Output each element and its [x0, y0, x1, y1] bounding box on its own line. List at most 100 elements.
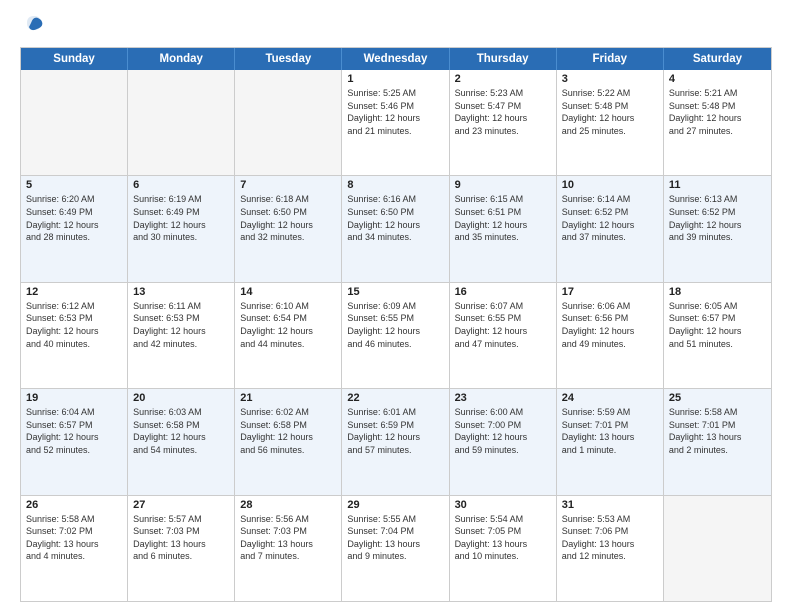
- cell-content: Sunrise: 6:05 AMSunset: 6:57 PMDaylight:…: [669, 300, 766, 350]
- day-number: 15: [347, 286, 443, 298]
- calendar-cell-31: 31Sunrise: 5:53 AMSunset: 7:06 PMDayligh…: [557, 496, 664, 601]
- calendar-cell-10: 10 Sunrise: 6:14 AMSunset: 6:52 PMDayligh…: [557, 176, 664, 281]
- cell-content: Sunrise: 6:03 AMSunset: 6:58 PMDaylight:…: [133, 406, 229, 456]
- calendar-cell-empty: [21, 70, 128, 175]
- day-number: 1: [347, 73, 443, 85]
- cell-content: Sunrise: 6:04 AMSunset: 6:57 PMDaylight:…: [26, 406, 122, 456]
- calendar-cell-21: 21 Sunrise: 6:02 AMSunset: 6:58 PMDayligh…: [235, 389, 342, 494]
- day-number: 29: [347, 499, 443, 511]
- cell-content: Sunrise: 6:12 AMSunset: 6:53 PMDaylight:…: [26, 300, 122, 350]
- calendar-cell-13: 13 Sunrise: 6:11 AMSunset: 6:53 PMDayligh…: [128, 283, 235, 388]
- calendar-cell-12: 12 Sunrise: 6:12 AMSunset: 6:53 PMDayligh…: [21, 283, 128, 388]
- cell-content: Sunrise: 5:56 AMSunset: 7:03 PMDaylight:…: [240, 513, 336, 563]
- cell-content: Sunrise: 6:16 AMSunset: 6:50 PMDaylight:…: [347, 193, 443, 243]
- header: [20, 16, 772, 39]
- header-day-thursday: Thursday: [450, 48, 557, 70]
- day-number: 12: [26, 286, 122, 298]
- cell-content: Sunrise: 6:00 AMSunset: 7:00 PMDaylight:…: [455, 406, 551, 456]
- calendar-cell-24: 24Sunrise: 5:59 AMSunset: 7:01 PMDayligh…: [557, 389, 664, 494]
- header-day-sunday: Sunday: [21, 48, 128, 70]
- day-number: 4: [669, 73, 766, 85]
- cell-content: Sunrise: 6:14 AMSunset: 6:52 PMDaylight:…: [562, 193, 658, 243]
- calendar-body: 1 Sunrise: 5:25 AMSunset: 5:46 PMDaylight…: [21, 70, 771, 601]
- cell-content: Sunrise: 5:25 AMSunset: 5:46 PMDaylight:…: [347, 87, 443, 137]
- calendar-cell-17: 17 Sunrise: 6:06 AMSunset: 6:56 PMDayligh…: [557, 283, 664, 388]
- cell-content: Sunrise: 6:02 AMSunset: 6:58 PMDaylight:…: [240, 406, 336, 456]
- cell-content: Sunrise: 6:01 AMSunset: 6:59 PMDaylight:…: [347, 406, 443, 456]
- header-day-saturday: Saturday: [664, 48, 771, 70]
- day-number: 9: [455, 179, 551, 191]
- calendar-cell-29: 29Sunrise: 5:55 AMSunset: 7:04 PMDayligh…: [342, 496, 449, 601]
- day-number: 21: [240, 392, 336, 404]
- calendar-cell-3: 3Sunrise: 5:22 AMSunset: 5:48 PMDaylight…: [557, 70, 664, 175]
- cell-content: Sunrise: 5:58 AMSunset: 7:01 PMDaylight:…: [669, 406, 766, 456]
- cell-content: Sunrise: 6:06 AMSunset: 6:56 PMDaylight:…: [562, 300, 658, 350]
- calendar-cell-1: 1 Sunrise: 5:25 AMSunset: 5:46 PMDaylight…: [342, 70, 449, 175]
- calendar-cell-empty: [235, 70, 342, 175]
- calendar-cell-25: 25 Sunrise: 5:58 AMSunset: 7:01 PMDayligh…: [664, 389, 771, 494]
- cell-content: Sunrise: 6:07 AMSunset: 6:55 PMDaylight:…: [455, 300, 551, 350]
- header-day-friday: Friday: [557, 48, 664, 70]
- calendar-cell-26: 26 Sunrise: 5:58 AMSunset: 7:02 PMDayligh…: [21, 496, 128, 601]
- day-number: 11: [669, 179, 766, 191]
- day-number: 7: [240, 179, 336, 191]
- cell-content: Sunrise: 6:11 AMSunset: 6:53 PMDaylight:…: [133, 300, 229, 350]
- cell-content: Sunrise: 5:59 AMSunset: 7:01 PMDaylight:…: [562, 406, 658, 456]
- cell-content: Sunrise: 5:22 AMSunset: 5:48 PMDaylight:…: [562, 87, 658, 137]
- cell-content: Sunrise: 6:19 AMSunset: 6:49 PMDaylight:…: [133, 193, 229, 243]
- logo-icon: [23, 12, 45, 39]
- cell-content: Sunrise: 5:54 AMSunset: 7:05 PMDaylight:…: [455, 513, 551, 563]
- logo-block: [20, 16, 45, 39]
- day-number: 2: [455, 73, 551, 85]
- day-number: 18: [669, 286, 766, 298]
- logo: [20, 16, 45, 39]
- day-number: 8: [347, 179, 443, 191]
- cell-content: Sunrise: 6:09 AMSunset: 6:55 PMDaylight:…: [347, 300, 443, 350]
- cell-content: Sunrise: 5:21 AMSunset: 5:48 PMDaylight:…: [669, 87, 766, 137]
- day-number: 17: [562, 286, 658, 298]
- cell-content: Sunrise: 5:23 AMSunset: 5:47 PMDaylight:…: [455, 87, 551, 137]
- day-number: 16: [455, 286, 551, 298]
- calendar-cell-15: 15 Sunrise: 6:09 AMSunset: 6:55 PMDayligh…: [342, 283, 449, 388]
- cell-content: Sunrise: 5:58 AMSunset: 7:02 PMDaylight:…: [26, 513, 122, 563]
- cell-content: Sunrise: 5:57 AMSunset: 7:03 PMDaylight:…: [133, 513, 229, 563]
- calendar-cell-empty: [128, 70, 235, 175]
- calendar-row-0: 1 Sunrise: 5:25 AMSunset: 5:46 PMDaylight…: [21, 70, 771, 176]
- calendar-cell-16: 16 Sunrise: 6:07 AMSunset: 6:55 PMDayligh…: [450, 283, 557, 388]
- day-number: 5: [26, 179, 122, 191]
- calendar-cell-23: 23 Sunrise: 6:00 AMSunset: 7:00 PMDayligh…: [450, 389, 557, 494]
- cell-content: Sunrise: 6:15 AMSunset: 6:51 PMDaylight:…: [455, 193, 551, 243]
- calendar-cell-27: 27 Sunrise: 5:57 AMSunset: 7:03 PMDayligh…: [128, 496, 235, 601]
- cell-content: Sunrise: 6:18 AMSunset: 6:50 PMDaylight:…: [240, 193, 336, 243]
- calendar-cell-11: 11 Sunrise: 6:13 AMSunset: 6:52 PMDayligh…: [664, 176, 771, 281]
- day-number: 25: [669, 392, 766, 404]
- cell-content: Sunrise: 5:53 AMSunset: 7:06 PMDaylight:…: [562, 513, 658, 563]
- cell-content: Sunrise: 6:13 AMSunset: 6:52 PMDaylight:…: [669, 193, 766, 243]
- calendar: SundayMondayTuesdayWednesdayThursdayFrid…: [20, 47, 772, 602]
- cell-content: Sunrise: 6:20 AMSunset: 6:49 PMDaylight:…: [26, 193, 122, 243]
- calendar-cell-30: 30 Sunrise: 5:54 AMSunset: 7:05 PMDayligh…: [450, 496, 557, 601]
- calendar-cell-19: 19 Sunrise: 6:04 AMSunset: 6:57 PMDayligh…: [21, 389, 128, 494]
- day-number: 6: [133, 179, 229, 191]
- header-day-monday: Monday: [128, 48, 235, 70]
- calendar-cell-22: 22 Sunrise: 6:01 AMSunset: 6:59 PMDayligh…: [342, 389, 449, 494]
- day-number: 14: [240, 286, 336, 298]
- calendar-cell-2: 2 Sunrise: 5:23 AMSunset: 5:47 PMDaylight…: [450, 70, 557, 175]
- day-number: 22: [347, 392, 443, 404]
- day-number: 19: [26, 392, 122, 404]
- day-number: 13: [133, 286, 229, 298]
- calendar-cell-empty: [664, 496, 771, 601]
- day-number: 26: [26, 499, 122, 511]
- calendar-cell-20: 20Sunrise: 6:03 AMSunset: 6:58 PMDayligh…: [128, 389, 235, 494]
- calendar-row-3: 19 Sunrise: 6:04 AMSunset: 6:57 PMDayligh…: [21, 389, 771, 495]
- calendar-header: SundayMondayTuesdayWednesdayThursdayFrid…: [21, 48, 771, 70]
- calendar-cell-18: 18 Sunrise: 6:05 AMSunset: 6:57 PMDayligh…: [664, 283, 771, 388]
- day-number: 27: [133, 499, 229, 511]
- calendar-cell-6: 6 Sunrise: 6:19 AMSunset: 6:49 PMDaylight…: [128, 176, 235, 281]
- day-number: 23: [455, 392, 551, 404]
- day-number: 10: [562, 179, 658, 191]
- calendar-cell-4: 4 Sunrise: 5:21 AMSunset: 5:48 PMDaylight…: [664, 70, 771, 175]
- calendar-cell-5: 5 Sunrise: 6:20 AMSunset: 6:49 PMDaylight…: [21, 176, 128, 281]
- calendar-cell-14: 14Sunrise: 6:10 AMSunset: 6:54 PMDayligh…: [235, 283, 342, 388]
- day-number: 30: [455, 499, 551, 511]
